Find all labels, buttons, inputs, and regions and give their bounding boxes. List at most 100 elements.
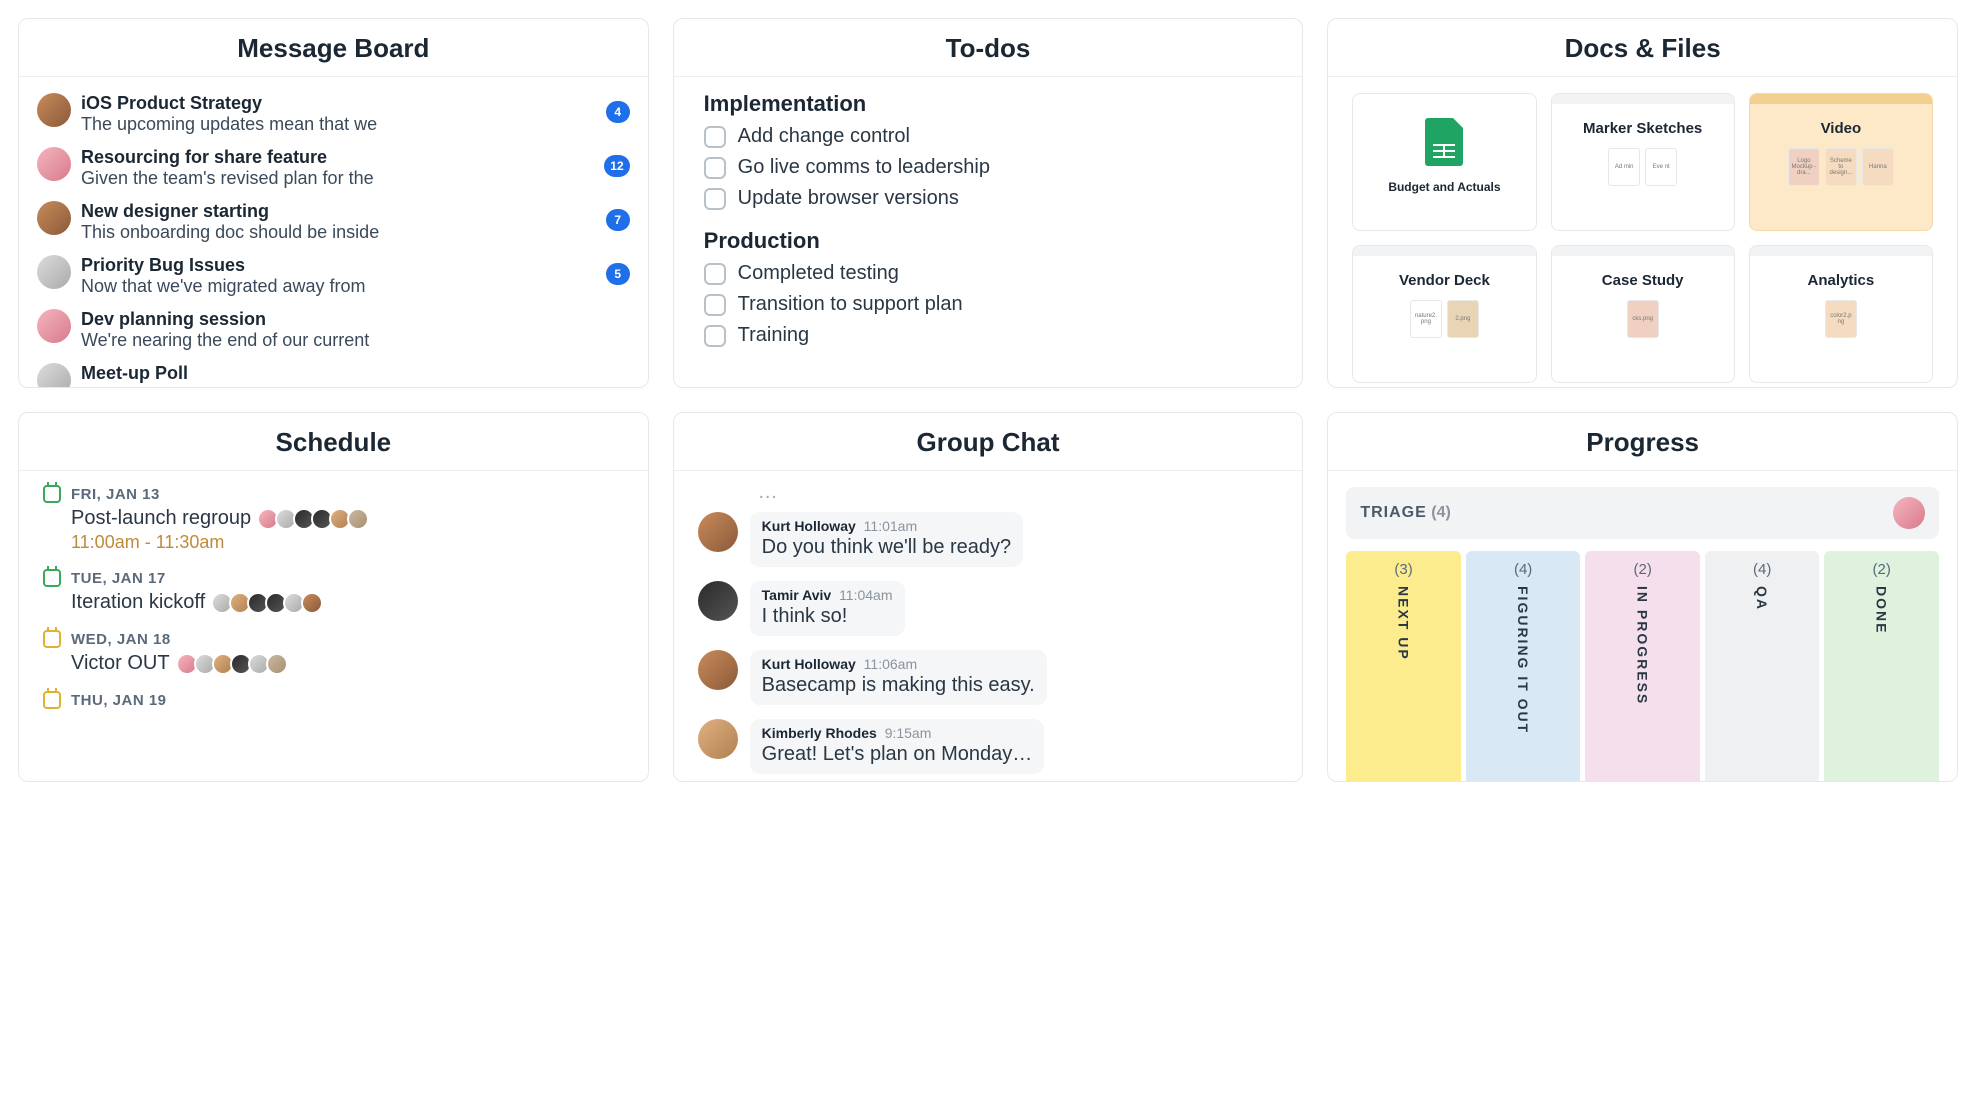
chat-text: Great! Let's plan on Monday… (762, 743, 1033, 766)
chat-author: Kimberly Rhodes (762, 725, 877, 741)
chat-card[interactable]: Group Chat … Kurt Holloway 11:01am Do yo… (673, 412, 1304, 782)
doc-tile[interactable]: Budget and Actuals (1352, 93, 1536, 231)
todo-item[interactable]: Training (704, 320, 1273, 351)
todo-checkbox[interactable] (704, 263, 726, 285)
todo-item[interactable]: Completed testing (704, 258, 1273, 289)
todo-checkbox[interactable] (704, 325, 726, 347)
todo-label: Training (738, 324, 810, 347)
schedule-card[interactable]: Schedule FRI, JAN 13 Post-launch regroup… (18, 412, 649, 782)
todo-item[interactable]: Update browser versions (704, 183, 1273, 214)
message-item[interactable]: iOS Product Strategy The upcoming update… (19, 87, 648, 141)
todo-item[interactable]: Transition to support plan (704, 289, 1273, 320)
calendar-icon (43, 691, 61, 709)
message-title: New designer starting (81, 201, 596, 222)
message-board-card[interactable]: Message Board iOS Product Strategy The u… (18, 18, 649, 388)
lane-count: (2) (1873, 561, 1891, 578)
message-preview: This onboarding doc should be inside (81, 222, 596, 243)
progress-lane[interactable]: (4) FIGURING IT OUT (1466, 551, 1581, 781)
todos-card[interactable]: To-dos Implementation Add change control… (673, 18, 1304, 388)
todo-item[interactable]: Add change control (704, 121, 1273, 152)
schedule-body: FRI, JAN 13 Post-launch regroup 11:00am … (19, 471, 648, 781)
todo-checkbox[interactable] (704, 188, 726, 210)
todo-checkbox[interactable] (704, 126, 726, 148)
avatar (37, 201, 71, 235)
progress-lane[interactable]: (2) DONE (1824, 551, 1939, 781)
schedule-event-title: Iteration kickoff (71, 591, 205, 614)
message-board-title: Message Board (19, 33, 648, 64)
message-board-header: Message Board (19, 19, 648, 77)
doc-tile[interactable]: Vendor Deck nature2. png 2.png (1352, 245, 1536, 383)
progress-lane[interactable]: (2) IN PROGRESS (1585, 551, 1700, 781)
attendee-avatars (215, 592, 323, 614)
schedule-event[interactable]: Iteration kickoff (71, 591, 624, 614)
todo-group-title[interactable]: Production (704, 228, 1273, 254)
comment-count-badge: 4 (606, 101, 630, 123)
progress-lanes: (3) NEXT UP (4) FIGURING IT OUT (2) IN P… (1346, 551, 1939, 781)
doc-thumb: cks.png (1627, 300, 1659, 338)
chat-message[interactable]: Tamir Aviv 11:04am I think so! (698, 581, 1279, 636)
calendar-icon (43, 485, 61, 503)
chat-time: 11:01am (864, 518, 917, 534)
doc-name: Marker Sketches (1583, 120, 1702, 138)
doc-name: Vendor Deck (1399, 272, 1490, 290)
avatar (37, 93, 71, 127)
chat-title: Group Chat (674, 427, 1303, 458)
comment-count-badge: 7 (606, 209, 630, 231)
progress-card[interactable]: Progress TRIAGE (4) (3) NEXT UP (4) FIGU… (1327, 412, 1958, 782)
schedule-date: FRI, JAN 13 (71, 486, 160, 503)
spreadsheet-icon (1425, 118, 1463, 166)
progress-lane[interactable]: (4) QA (1705, 551, 1820, 781)
chat-message[interactable]: Kimberly Rhodes 9:15am Great! Let's plan… (698, 719, 1279, 774)
todo-label: Add change control (738, 125, 910, 148)
lane-name: QA (1754, 586, 1770, 611)
doc-name: Budget and Actuals (1388, 180, 1500, 194)
doc-thumb: Scheme to design... (1825, 148, 1857, 186)
schedule-date: TUE, JAN 17 (71, 570, 166, 587)
doc-tile[interactable]: Analytics color2.p ng (1749, 245, 1933, 383)
attendee-avatars (261, 508, 369, 530)
schedule-event[interactable]: Victor OUT (71, 652, 624, 675)
message-item[interactable]: Priority Bug Issues Now that we've migra… (19, 249, 648, 303)
schedule-event[interactable]: Post-launch regroup (71, 507, 624, 530)
progress-lane[interactable]: (3) NEXT UP (1346, 551, 1461, 781)
message-title: Resourcing for share feature (81, 147, 594, 168)
progress-triage-row[interactable]: TRIAGE (4) (1346, 487, 1939, 539)
message-title: iOS Product Strategy (81, 93, 596, 114)
todo-label: Completed testing (738, 262, 899, 285)
schedule-day: TUE, JAN 17 Iteration kickoff (43, 569, 624, 614)
message-item[interactable]: Dev planning session We're nearing the e… (19, 303, 648, 357)
lane-count: (4) (1753, 561, 1771, 578)
chat-message[interactable]: Kurt Holloway 11:06am Basecamp is making… (698, 650, 1279, 705)
chat-time: 11:06am (864, 656, 917, 672)
comment-count-badge: 12 (604, 155, 629, 177)
todo-label: Go live comms to leadership (738, 156, 990, 179)
schedule-event-title: Victor OUT (71, 652, 170, 675)
progress-body: TRIAGE (4) (3) NEXT UP (4) FIGURING IT O… (1328, 471, 1957, 781)
calendar-icon (43, 630, 61, 648)
message-item[interactable]: Meet-up Poll (19, 357, 648, 387)
message-item[interactable]: New designer starting This onboarding do… (19, 195, 648, 249)
attendee-avatars (180, 653, 288, 675)
lane-count: (4) (1514, 561, 1532, 578)
doc-tile[interactable]: Case Study cks.png (1551, 245, 1735, 383)
doc-thumb: nature2. png (1410, 300, 1442, 338)
message-item[interactable]: Resourcing for share feature Given the t… (19, 141, 648, 195)
triage-label: TRIAGE (1360, 504, 1426, 521)
chat-text: I think so! (762, 605, 893, 628)
doc-tile[interactable]: Marker Sketches Ad min Eve nt (1551, 93, 1735, 231)
chat-text: Basecamp is making this easy. (762, 674, 1035, 697)
todo-group-title[interactable]: Implementation (704, 91, 1273, 117)
todo-checkbox[interactable] (704, 157, 726, 179)
docs-card[interactable]: Docs & Files Budget and Actuals Marker S… (1327, 18, 1958, 388)
todo-checkbox[interactable] (704, 294, 726, 316)
doc-name: Case Study (1602, 272, 1684, 290)
chat-message[interactable]: Kurt Holloway 11:01am Do you think we'll… (698, 512, 1279, 567)
docs-body: Budget and Actuals Marker Sketches Ad mi… (1328, 77, 1957, 387)
todo-item[interactable]: Go live comms to leadership (704, 152, 1273, 183)
schedule-day: WED, JAN 18 Victor OUT (43, 630, 624, 675)
todos-body: Implementation Add change control Go liv… (674, 77, 1303, 387)
message-preview: We're nearing the end of our current (81, 330, 630, 351)
chat-time: 11:04am (839, 587, 892, 603)
lane-count: (3) (1394, 561, 1412, 578)
doc-tile[interactable]: Video Logo Mockup - dra... Scheme to des… (1749, 93, 1933, 231)
